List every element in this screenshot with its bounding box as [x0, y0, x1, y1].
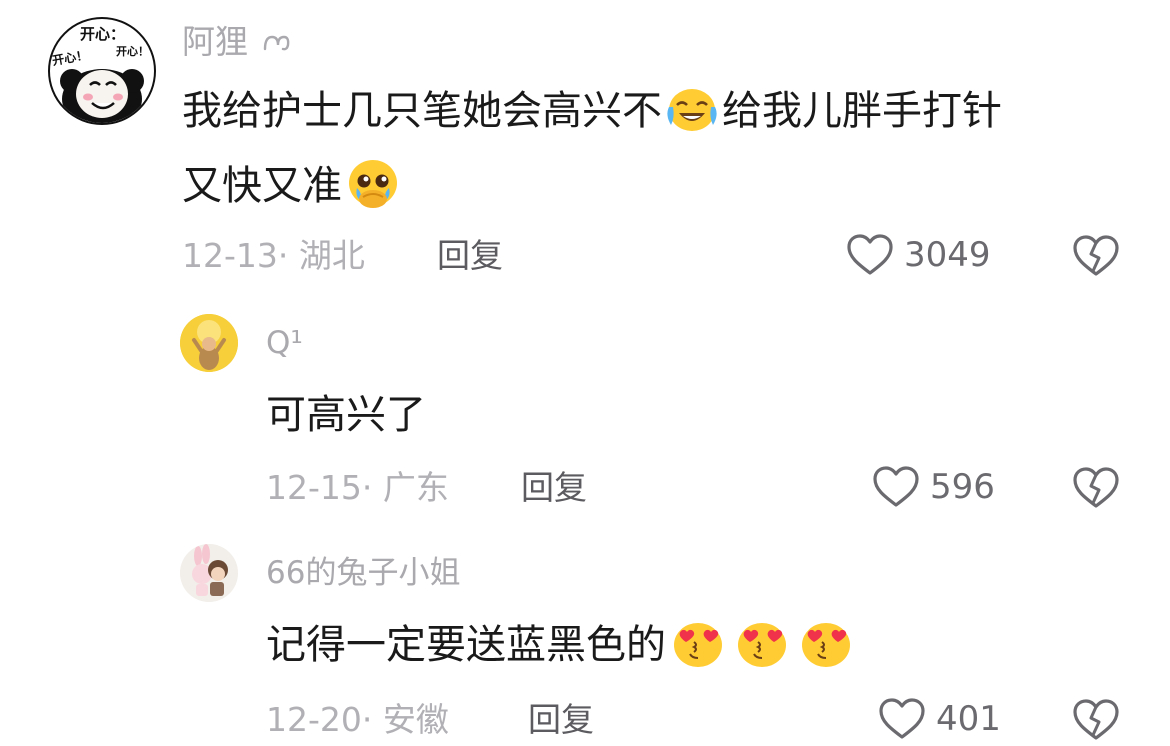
comment-text-part1: 记得一定要送蓝黑色的 — [266, 622, 666, 668]
reply-comment-item: Q¹ 可高兴了 12-15· 广东 回复 596 — [0, 290, 1170, 520]
like-button[interactable]: 596 — [872, 464, 995, 510]
username[interactable]: Q¹ — [266, 322, 303, 364]
broken-heart-icon — [1072, 235, 1120, 282]
broken-heart-icon — [1072, 467, 1120, 514]
dislike-button[interactable] — [1072, 234, 1120, 282]
comment-item: 开心： 开心！ 开心！ 阿狸 我给护士几只笔她会高兴不 给我儿胖手打针 又快又准 — [0, 0, 1170, 290]
like-count: 3049 — [904, 235, 991, 275]
like-button[interactable]: 3049 — [846, 232, 991, 278]
dislike-button[interactable] — [1072, 698, 1120, 746]
reply-button[interactable]: 回复 — [528, 698, 594, 742]
username[interactable]: 66的兔子小姐 — [266, 552, 460, 594]
comment-text-line2: 又快又准 — [182, 145, 404, 227]
smiling-face-with-heart-eyes-icon — [669, 616, 727, 670]
reply-button[interactable]: 回复 — [437, 234, 503, 278]
face-with-tears-of-joy-icon — [665, 85, 719, 133]
swirl-icon — [261, 22, 291, 66]
dislike-button[interactable] — [1072, 466, 1120, 514]
username[interactable]: 阿狸 — [182, 20, 291, 66]
pleading-face-icon — [345, 157, 401, 211]
comment-text-part3: 又快又准 — [182, 163, 342, 209]
smiling-face-with-heart-eyes-icon — [733, 616, 791, 670]
like-count: 401 — [936, 699, 1001, 739]
smiling-face-with-heart-eyes-icon — [797, 616, 855, 670]
heart-outline-icon — [878, 697, 926, 741]
date-location: 12-20· 安徽 — [266, 700, 449, 739]
avatar[interactable] — [180, 314, 238, 372]
username-text: 阿狸 — [182, 22, 248, 61]
avatar-caption-right: 开心！ — [116, 45, 149, 58]
comment-text-part1: 我给护士几只笔她会高兴不 — [182, 88, 662, 134]
heart-outline-icon — [846, 233, 894, 277]
reply-button[interactable]: 回复 — [521, 466, 587, 510]
reply-comment-item: 66的兔子小姐 记得一定要送蓝黑色的 12-20· 安徽 回复 401 — [0, 520, 1170, 741]
heart-outline-icon — [872, 465, 920, 509]
date-location: 12-13· 湖北 — [182, 236, 365, 275]
broken-heart-icon — [1072, 699, 1120, 746]
avatar[interactable]: 开心： 开心！ 开心！ — [48, 17, 156, 125]
comment-text: 我给护士几只笔她会高兴不 给我儿胖手打针 — [182, 70, 1002, 152]
avatar[interactable] — [180, 544, 238, 602]
like-count: 596 — [930, 467, 995, 507]
comment-text: 记得一定要送蓝黑色的 — [266, 604, 858, 686]
date-location: 12-15· 广东 — [266, 468, 449, 507]
comment-text-part2: 给我儿胖手打针 — [722, 88, 1002, 134]
comment-text: 可高兴了 — [266, 392, 426, 438]
like-button[interactable]: 401 — [878, 696, 1001, 742]
avatar-caption-top: 开心： — [80, 25, 126, 43]
